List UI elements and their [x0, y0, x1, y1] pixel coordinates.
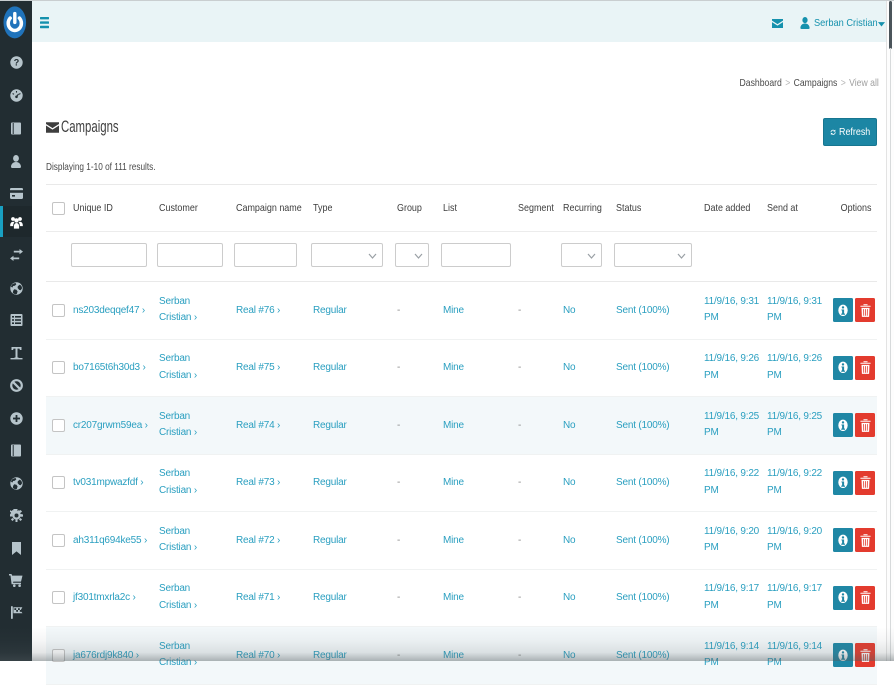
svg-text:?: ? [13, 57, 19, 67]
